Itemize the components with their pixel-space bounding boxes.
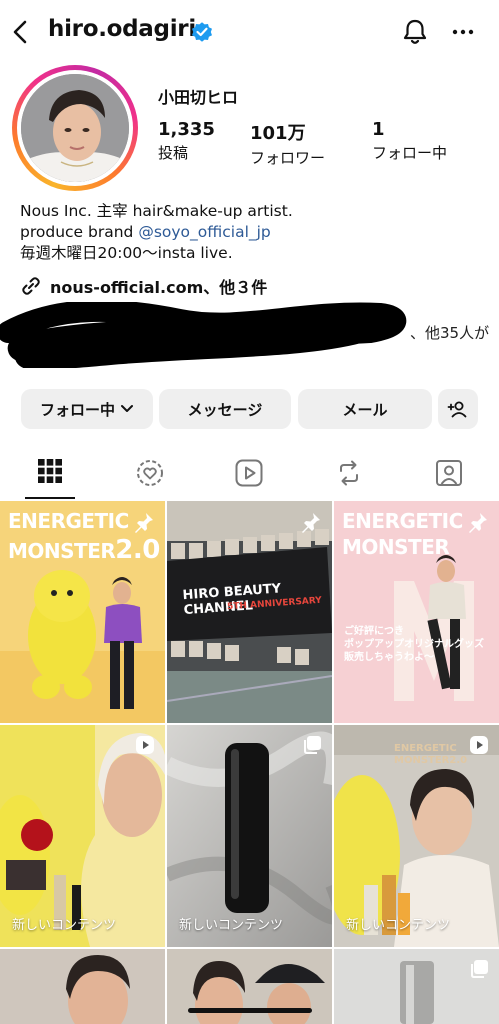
posts-count: 1,335 投稿 [158, 119, 215, 163]
tab-posts-grid[interactable] [0, 452, 100, 500]
redaction-scribble [0, 302, 407, 368]
profile-header: hiro.odagiri [0, 0, 499, 64]
email-button-label: メール [342, 400, 388, 419]
username: hiro.odagiri [48, 16, 196, 42]
carousel-icon [471, 960, 488, 978]
tab-liked-reels[interactable] [100, 452, 200, 500]
post-title: ENERGETIC MONSTER [342, 509, 463, 559]
chevron-left-icon[interactable] [10, 18, 32, 46]
avatar [21, 74, 129, 182]
post-thumbnail[interactable]: 新しいコンテンツ [167, 725, 332, 947]
link-icon [22, 277, 40, 295]
post-caption: ご好評につき ポップアップオリジナルグッズ 販売しちゃうわよ〜 [344, 626, 484, 663]
post-thumbnail[interactable] [0, 949, 165, 1024]
new-content-label: 新しいコンテンツ [12, 918, 117, 933]
more-horizontal-icon[interactable] [450, 21, 476, 43]
stat-label: 投稿 [158, 144, 189, 162]
new-content-label: 新しいコンテンツ [179, 918, 284, 933]
repost-icon [340, 460, 358, 486]
following-button-label: フォロー中 [39, 400, 115, 419]
bio-line: 毎週木曜日20:00〜insta live. [20, 244, 233, 262]
bio: Nous Inc. 主宰 hair&make-up artist. produc… [20, 201, 293, 264]
email-button[interactable]: メール [298, 389, 432, 429]
reels-heart-icon [137, 460, 163, 486]
post-thumbnail[interactable]: HIRO BEAUTY CHANNEL 5TH ANNIVERSARY [167, 501, 332, 723]
post-thumbnail[interactable]: ENERGETIC MONSTER2.0 新しいコンテンツ [334, 725, 499, 947]
message-button-label: メッセージ [187, 400, 263, 419]
tab-tagged[interactable] [399, 452, 499, 500]
carousel-icon [304, 736, 321, 754]
stat-value: 101万 [250, 123, 306, 144]
pin-icon [469, 513, 487, 533]
link-text: nous-official.com、他３件 [50, 278, 268, 297]
verified-badge-icon [192, 22, 212, 42]
brand-mention-link[interactable]: @soyo_official_jp [138, 223, 270, 241]
post-thumbnail[interactable]: ENERGETIC MONSTER ご好評につき ポップアップオリジナルグッズ 販… [334, 501, 499, 723]
story-ring[interactable] [12, 65, 138, 191]
external-links[interactable]: nous-official.com、他３件 [20, 274, 267, 298]
tab-reposts[interactable] [299, 452, 399, 500]
bio-line: Nous Inc. 主宰 hair&make-up artist. [20, 202, 293, 220]
new-content-label: 新しいコンテンツ [346, 918, 451, 933]
reel-icon [470, 736, 488, 754]
stat-label: フォロー中 [372, 144, 448, 162]
pin-icon [135, 513, 153, 533]
tab-reels[interactable] [199, 452, 299, 500]
stat-value: 1,335 [158, 119, 215, 140]
message-button[interactable]: メッセージ [159, 389, 291, 429]
following-button[interactable]: フォロー中 [21, 389, 153, 429]
following-count[interactable]: 1 フォロー中 [372, 119, 447, 163]
home-indicator [188, 1008, 312, 1013]
profile-tabs [0, 452, 499, 500]
post-image [0, 949, 165, 1024]
bio-line: produce brand @soyo_official_jp [20, 222, 293, 243]
pin-icon [302, 513, 320, 533]
background-sign-text: ENERGETIC MONSTER2.0 [394, 743, 468, 766]
followers-count[interactable]: 101万 フォロワー [250, 119, 325, 168]
followed-by[interactable]: _2012 、他35人が [0, 302, 489, 368]
full-name: 小田切ヒロ [158, 88, 239, 107]
active-tab-indicator [25, 497, 75, 499]
tagged-person-icon [436, 460, 462, 486]
play-icon [235, 459, 263, 487]
chevron-down-icon [121, 405, 133, 412]
bio-text: produce brand [20, 223, 139, 241]
post-thumbnail[interactable]: ENERGETIC MONSTER2.0 [0, 501, 165, 723]
grid-icon [38, 459, 62, 483]
followed-by-text: 、他35人が [410, 324, 490, 342]
reel-icon [136, 736, 154, 754]
suggest-people-button[interactable] [438, 389, 478, 429]
stat-value: 1 [372, 119, 385, 140]
add-person-icon [447, 401, 467, 418]
post-thumbnail[interactable]: 新しいコンテンツ [0, 725, 165, 947]
bell-icon[interactable] [400, 17, 430, 47]
post-thumbnail[interactable] [334, 949, 499, 1024]
stat-label: フォロワー [250, 149, 326, 167]
